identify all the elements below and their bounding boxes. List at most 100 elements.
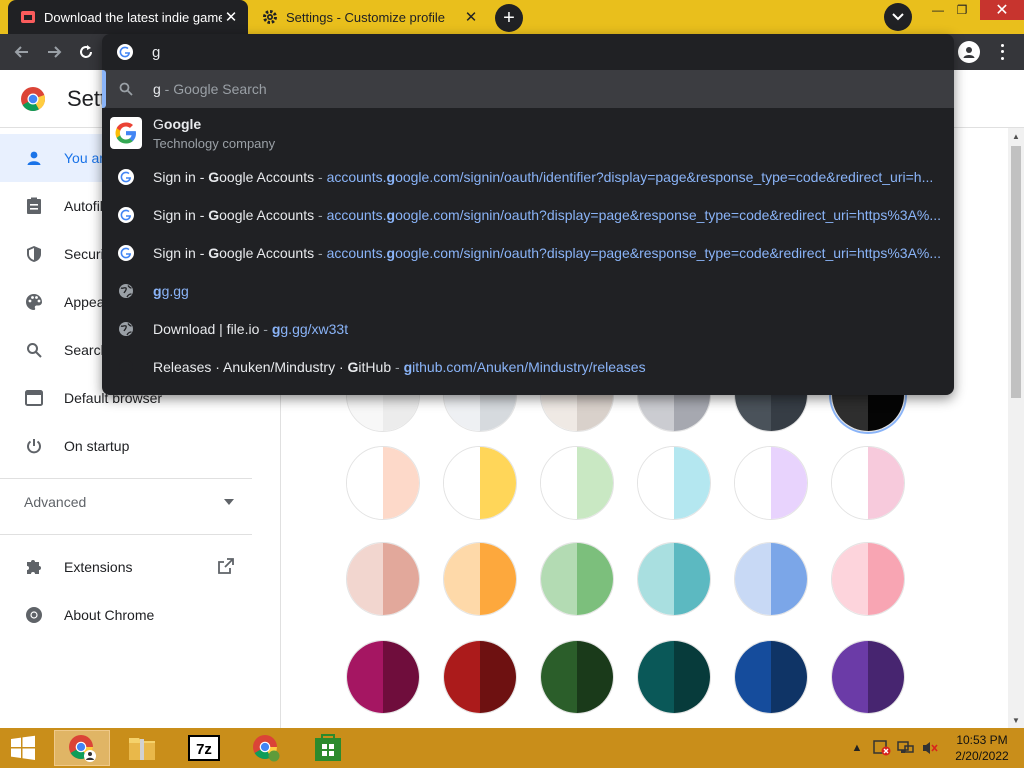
- sidebar-item-extensions[interactable]: Extensions: [0, 543, 252, 591]
- sidebar-item-label: Extensions: [64, 559, 133, 575]
- globe-icon: [118, 321, 134, 337]
- omnibox-suggestion[interactable]: Sign in - Google Accounts - accounts.goo…: [102, 158, 954, 196]
- suggestion-pre: Releases · Anuken/Mindustry ·: [153, 359, 348, 375]
- theme-color-swatch[interactable]: [734, 446, 808, 520]
- close-tab-icon[interactable]: ✕: [222, 8, 240, 26]
- search-icon: [118, 81, 134, 97]
- palette-icon: [24, 292, 44, 312]
- suggestion-url-rest: ithub.com/Anuken/Mindustry/releases: [412, 359, 646, 375]
- suggestion-sep: -: [314, 169, 327, 185]
- theme-color-swatch[interactable]: [540, 446, 614, 520]
- network-icon[interactable]: [896, 736, 916, 760]
- folder-icon: [129, 738, 155, 760]
- restore-button[interactable]: ❐: [948, 0, 976, 20]
- taskbar-clock[interactable]: 10:53 PM 2/20/2022: [944, 732, 1020, 764]
- itch-io-icon: [20, 9, 36, 25]
- volume-muted-icon[interactable]: [920, 736, 940, 760]
- taskbar-7zip[interactable]: 7z: [176, 730, 232, 766]
- power-icon: [24, 436, 44, 456]
- github-icon: [118, 359, 134, 375]
- reload-icon: [80, 45, 92, 58]
- search-suggestion[interactable]: g - Google Search: [102, 70, 954, 108]
- theme-color-swatch[interactable]: [346, 542, 420, 616]
- profile-button[interactable]: [958, 41, 980, 63]
- search-icon: [24, 340, 44, 360]
- scroll-down-icon[interactable]: ▼: [1008, 712, 1024, 728]
- google-icon: [117, 44, 133, 60]
- theme-color-swatch[interactable]: [831, 542, 905, 616]
- seven-zip-icon: 7z: [188, 735, 220, 761]
- reload-button[interactable]: [74, 40, 98, 64]
- suggestion-rest: oogle Accounts: [219, 207, 315, 223]
- suggestion-match: G: [208, 169, 220, 185]
- back-button[interactable]: [10, 40, 34, 64]
- close-window-button[interactable]: ✕: [980, 0, 1024, 20]
- theme-color-swatch[interactable]: [540, 640, 614, 714]
- suggestion-url-match: g: [153, 283, 162, 299]
- person-icon: [24, 148, 44, 168]
- browser-icon: [24, 388, 44, 408]
- entity-suggestion[interactable]: Google Technology company: [102, 108, 954, 158]
- forward-button[interactable]: [42, 40, 66, 64]
- close-tab-icon[interactable]: ✕: [462, 8, 480, 26]
- theme-color-swatch[interactable]: [637, 542, 711, 616]
- action-center-alert-icon[interactable]: [872, 736, 892, 760]
- theme-color-swatch[interactable]: [540, 542, 614, 616]
- puzzle-icon: [24, 557, 44, 577]
- omnibox-suggestion[interactable]: Download | file.io - gg.gg/xw33t: [102, 310, 954, 348]
- theme-color-swatch[interactable]: [637, 446, 711, 520]
- new-tab-button[interactable]: +: [495, 4, 523, 32]
- sidebar-item-about-chrome[interactable]: About Chrome: [0, 591, 252, 639]
- advanced-toggle[interactable]: Advanced: [24, 494, 234, 510]
- chrome-icon: [253, 735, 280, 762]
- omnibox-suggestion[interactable]: gg.gg: [102, 272, 954, 310]
- omnibox-input[interactable]: [152, 42, 932, 62]
- tab-itch-io[interactable]: Download the latest indie games ✕: [8, 0, 248, 34]
- theme-color-swatch[interactable]: [443, 446, 517, 520]
- clipboard-icon: [24, 196, 44, 216]
- theme-color-swatch[interactable]: [831, 446, 905, 520]
- title-bar: Download the latest indie games ✕ Settin…: [0, 0, 1024, 34]
- taskbar-chrome-profile[interactable]: [238, 730, 294, 766]
- sidebar-item-label: Autofill: [64, 198, 107, 214]
- tab-settings[interactable]: Settings - Customize profile ✕: [250, 0, 488, 34]
- suggestion-match: G: [208, 207, 220, 223]
- suggestion-pre: Download | file.io: [153, 321, 260, 337]
- taskbar-store[interactable]: [300, 730, 356, 766]
- suggestion-pre: Sign in -: [153, 207, 209, 223]
- taskbar-file-explorer[interactable]: [114, 730, 170, 766]
- omnibox-suggestion[interactable]: Releases · Anuken/Mindustry · GitHub - g…: [102, 348, 954, 386]
- omnibox-suggestion[interactable]: Sign in - Google Accounts - accounts.goo…: [102, 196, 954, 234]
- omnibox-suggestion[interactable]: Sign in - Google Accounts - accounts.goo…: [102, 234, 954, 272]
- tray-expand-icon[interactable]: ▲: [850, 736, 864, 760]
- page-scrollbar[interactable]: ▲ ▼: [1008, 128, 1024, 728]
- start-button[interactable]: [8, 734, 38, 762]
- theme-color-swatch[interactable]: [831, 640, 905, 714]
- suggestion-url-rest: g.gg/xw33t: [280, 321, 349, 337]
- omnibox-dropdown: g - Google Search Google Technology comp…: [102, 34, 954, 395]
- suggestion-match: G: [347, 359, 359, 375]
- theme-color-swatch[interactable]: [443, 640, 517, 714]
- store-icon: [315, 734, 341, 761]
- suggestion-pre: Sign in -: [153, 245, 209, 261]
- theme-color-swatch[interactable]: [443, 542, 517, 616]
- entity-name-rest: oogle: [163, 116, 202, 132]
- entity-name-match: G: [153, 116, 164, 132]
- scroll-up-icon[interactable]: ▲: [1008, 128, 1024, 144]
- theme-color-swatch[interactable]: [734, 542, 808, 616]
- windows-taskbar: 7z ▲ 10:53 PM 2/20/2022: [0, 728, 1024, 768]
- theme-color-swatch[interactable]: [637, 640, 711, 714]
- theme-color-swatch[interactable]: [346, 640, 420, 714]
- scroll-thumb[interactable]: [1011, 146, 1021, 398]
- advanced-label: Advanced: [24, 494, 87, 510]
- suggestion-match: G: [208, 245, 220, 261]
- caret-down-icon: [224, 499, 234, 505]
- theme-color-swatch[interactable]: [734, 640, 808, 714]
- suggestion-pre: Sign in -: [153, 169, 209, 185]
- tab-search-button[interactable]: [884, 3, 912, 31]
- back-arrow-icon: [14, 46, 28, 58]
- sidebar-item-on-startup[interactable]: On startup: [0, 422, 252, 470]
- theme-color-swatch[interactable]: [346, 446, 420, 520]
- more-menu-button[interactable]: [994, 42, 1010, 62]
- taskbar-chrome-active[interactable]: [54, 730, 110, 766]
